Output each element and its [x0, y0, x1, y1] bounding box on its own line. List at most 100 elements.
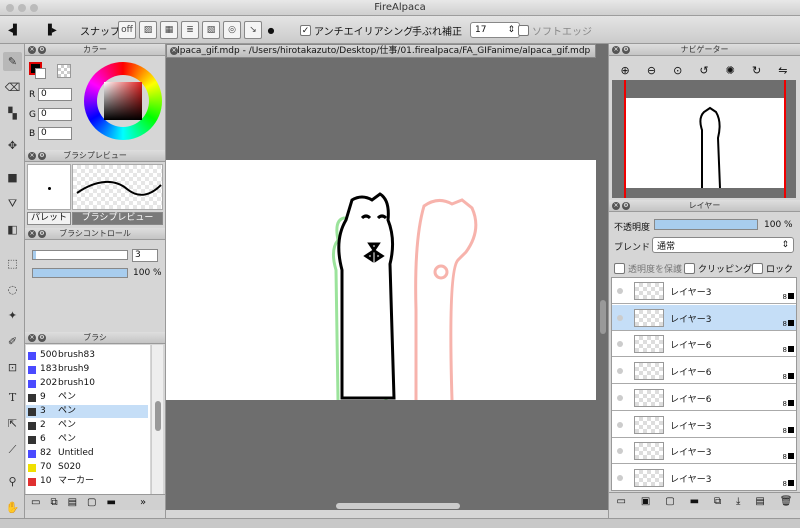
layer-row[interactable]: レイヤー3 8	[612, 464, 796, 490]
brush-list-item[interactable]: 500 brush83	[26, 349, 148, 362]
tab-brush-preview[interactable]: ブラシプレビュー	[72, 212, 163, 225]
b-value-input[interactable]: 0	[38, 127, 72, 140]
eraser-tool-icon[interactable]: ⌫	[3, 78, 22, 97]
lock-checkbox[interactable]	[752, 263, 763, 274]
snap-settings-icon[interactable]: ●	[265, 26, 277, 35]
brush-list-item[interactable]: 202 brush10	[26, 377, 148, 390]
blend-mode-select[interactable]: 通常 ⇕	[652, 237, 794, 253]
brush-opacity-slider[interactable]	[32, 268, 128, 278]
scroll-thumb[interactable]	[600, 300, 606, 334]
gear-icon[interactable]: ⚙	[622, 202, 630, 210]
select-tool-icon[interactable]: ⬚	[3, 254, 22, 273]
transparent-color-swatch[interactable]	[57, 64, 71, 78]
move-tool-icon[interactable]: ✥	[3, 136, 22, 155]
minimize-window-button[interactable]	[18, 4, 26, 12]
eyedropper-tool-icon[interactable]: ⚲	[3, 472, 22, 491]
zoom-in-icon[interactable]: ⊕	[621, 64, 630, 77]
new-1bit-layer-icon[interactable]: ▢	[665, 496, 674, 507]
layer-visibility-icon[interactable]	[617, 368, 623, 375]
snap-off-icon[interactable]: off	[118, 21, 136, 39]
tab-palette[interactable]: パレット	[27, 212, 71, 225]
close-window-button[interactable]	[6, 4, 14, 12]
close-icon[interactable]: ×	[28, 334, 36, 342]
antialias-checkbox[interactable]: ✓	[300, 24, 311, 36]
layer-row[interactable]: レイヤー3 8	[612, 411, 796, 438]
brush-size-input[interactable]: 3	[132, 249, 158, 262]
protect-alpha-checkbox[interactable]	[614, 263, 625, 274]
brush-list-item[interactable]: 10 マーカー	[26, 475, 148, 488]
layer-row[interactable]: レイヤー3 8	[612, 438, 796, 465]
hand-tool-icon[interactable]: ✋	[3, 498, 22, 517]
gear-icon[interactable]: ⚙	[38, 334, 46, 342]
close-icon[interactable]: ×	[170, 47, 178, 55]
lasso-tool-icon[interactable]: ◌	[3, 280, 22, 299]
gear-icon[interactable]: ⚙	[38, 46, 46, 54]
snap-vanish-icon[interactable]: ▧	[202, 21, 220, 39]
navigator-preview[interactable]	[612, 80, 796, 198]
brush-list-item[interactable]: 2 ペン	[26, 419, 148, 432]
zoom-window-button[interactable]	[30, 4, 38, 12]
saturation-value-square[interactable]	[104, 82, 142, 120]
text-tool-icon[interactable]: T	[3, 388, 22, 407]
clear-layer-icon[interactable]: ▤	[755, 496, 764, 507]
layer-visibility-icon[interactable]	[617, 341, 623, 348]
close-icon[interactable]: ×	[28, 46, 36, 54]
select-eraser-tool-icon[interactable]: ⊡	[3, 358, 22, 377]
softedge-checkbox[interactable]	[518, 24, 529, 36]
layer-row[interactable]: レイヤー6 8	[612, 331, 796, 358]
gradient-tool-icon[interactable]: ◧	[3, 220, 22, 239]
drawing-canvas[interactable]	[166, 160, 596, 401]
pen-tool-icon[interactable]: ✎	[3, 52, 22, 71]
layer-visibility-icon[interactable]	[617, 474, 623, 481]
new-folder-icon[interactable]: ▬	[690, 496, 699, 507]
brush-list-scrollbar[interactable]	[151, 345, 163, 495]
clipping-checkbox[interactable]	[684, 263, 695, 274]
layer-visibility-icon[interactable]	[617, 448, 623, 455]
brush-list-item[interactable]: 82 Untitled	[26, 447, 148, 460]
import-brush-icon[interactable]: ▤	[68, 497, 77, 508]
g-value-input[interactable]: 0	[38, 108, 72, 121]
scroll-thumb[interactable]	[155, 401, 161, 431]
snap-cross-icon[interactable]: ≣	[181, 21, 199, 39]
layer-visibility-icon[interactable]	[617, 394, 623, 401]
clipping-option[interactable]: クリッピング	[684, 262, 752, 275]
background-color-swatch[interactable]	[35, 68, 46, 79]
snap-parallel-icon[interactable]: ▨	[139, 21, 157, 39]
layer-row[interactable]: レイヤー6 8	[612, 358, 796, 385]
new-brush-icon[interactable]: ▭	[31, 497, 40, 508]
folder-icon[interactable]: ▬	[107, 497, 116, 508]
toggle-left-panel-button[interactable]: ◂▌	[8, 20, 21, 40]
toggle-right-panel-button[interactable]: ▐▸	[44, 20, 57, 40]
snap-curve-icon[interactable]: ↘	[244, 21, 262, 39]
brush-list-item[interactable]: 183 brush9	[26, 363, 148, 376]
rotate-reset-icon[interactable]: ✺	[726, 64, 735, 77]
brush-list-item[interactable]: 6 ペン	[26, 433, 148, 446]
delete-layer-icon[interactable]: 🗑	[780, 496, 793, 507]
document-tab[interactable]: × alpaca_gif.mdp - /Users/hirotakazuto/D…	[166, 44, 596, 58]
gear-icon[interactable]: ⚙	[622, 46, 630, 54]
layer-visibility-icon[interactable]	[617, 421, 623, 428]
close-icon[interactable]: ×	[612, 202, 620, 210]
select-pen-tool-icon[interactable]: ✐	[3, 332, 22, 351]
divide-tool-icon[interactable]: ⟋	[3, 440, 22, 459]
dot-tool-icon[interactable]: ▚	[3, 104, 22, 123]
new-8bit-layer-icon[interactable]: ▣	[641, 496, 650, 507]
duplicate-brush-icon[interactable]: ⧉	[50, 497, 57, 508]
r-value-input[interactable]: 0	[38, 88, 72, 101]
flip-icon[interactable]: ⇋	[778, 64, 787, 77]
layer-row[interactable]: レイヤー3 8	[612, 304, 796, 331]
close-icon[interactable]: ×	[28, 152, 36, 160]
close-icon[interactable]: ×	[28, 230, 36, 238]
merge-down-icon[interactable]: ⤓	[736, 496, 740, 507]
brush-list-item[interactable]: 70 S020	[26, 461, 148, 474]
close-icon[interactable]: ×	[612, 46, 620, 54]
zoom-out-icon[interactable]: ⊖	[647, 64, 656, 77]
new-layer-icon[interactable]: ▭	[616, 496, 625, 507]
zoom-fit-icon[interactable]: ⊙	[673, 64, 682, 77]
lock-option[interactable]: ロック	[752, 262, 793, 275]
duplicate-layer-icon[interactable]: ⧉	[714, 496, 721, 507]
rotate-left-icon[interactable]: ↺	[699, 64, 708, 77]
snap-grid-icon[interactable]: ▦	[160, 21, 178, 39]
rotate-right-icon[interactable]: ↻	[752, 64, 761, 77]
brush-list-item[interactable]: 3 ペン	[26, 405, 148, 418]
